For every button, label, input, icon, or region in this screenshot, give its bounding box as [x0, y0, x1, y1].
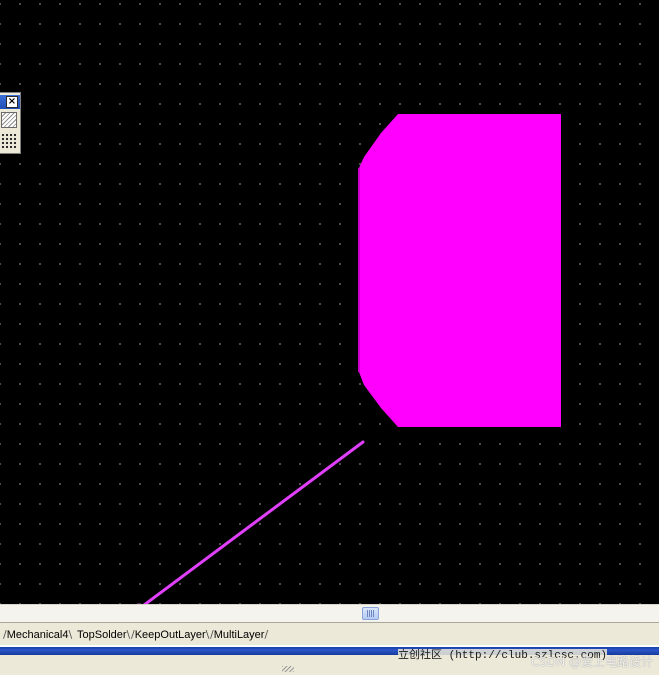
- floating-mini-panel: ×: [0, 92, 21, 154]
- pcb-drawing: [137, 114, 561, 604]
- tab-edge: \: [68, 628, 73, 641]
- watermark-text: CSDN @爱上电路设计: [530, 655, 653, 669]
- tab-multilayer[interactable]: /MultiLayer/: [210, 627, 268, 642]
- tab-label: TopSolder: [77, 629, 127, 641]
- tab-keepoutlayer[interactable]: /KeepOutLayer\: [131, 627, 209, 642]
- horizontal-scrollbar[interactable]: [0, 604, 659, 622]
- tab-label: KeepOutLayer: [134, 629, 206, 641]
- tab-edge: /: [264, 628, 269, 641]
- tab-topsolder[interactable]: TopSolder\: [77, 627, 130, 642]
- pcb-editor-window: × /Mechanical4\ TopSolder\ /KeepOutLayer…: [0, 0, 659, 675]
- tab-edge: \: [205, 628, 210, 641]
- tab-label: MultiLayer: [213, 629, 265, 641]
- close-icon[interactable]: ×: [6, 96, 18, 108]
- tab-edge: \: [126, 628, 131, 641]
- solder-mask-pad[interactable]: [359, 114, 561, 427]
- resize-grip-icon[interactable]: [282, 666, 294, 672]
- layer-tabs-bar: /Mechanical4\ TopSolder\ /KeepOutLayer\ …: [0, 622, 659, 645]
- tab-label: Mechanical4: [6, 629, 69, 641]
- tab-mechanical4[interactable]: /Mechanical4\: [3, 627, 72, 642]
- annotation-arrow: [142, 440, 365, 604]
- pcb-design-canvas[interactable]: ×: [0, 0, 659, 604]
- hatch-pattern-icon[interactable]: [1, 112, 17, 128]
- scrollbar-thumb[interactable]: [362, 607, 379, 620]
- grid-pattern-icon[interactable]: [1, 133, 17, 149]
